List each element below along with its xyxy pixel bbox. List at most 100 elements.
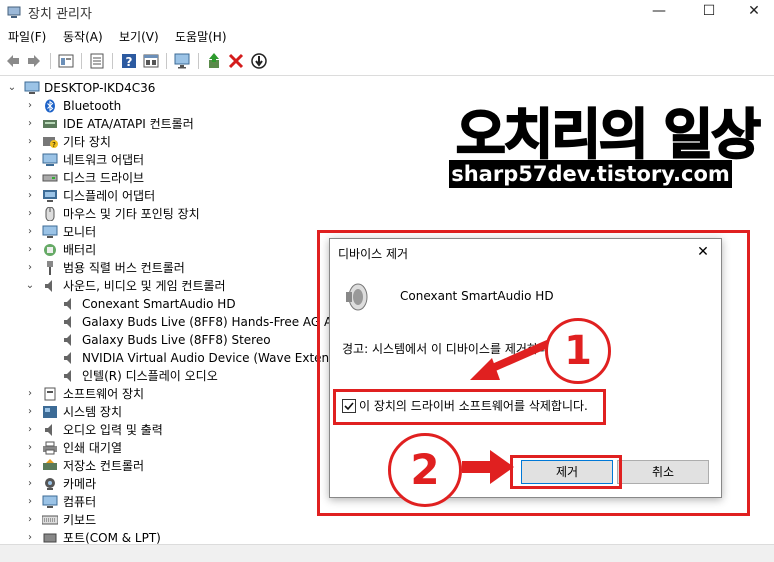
tree-item[interactable]: › 범용 직렬 버스 컨트롤러: [0, 259, 300, 277]
speaker-icon: [45, 280, 52, 292]
tree-child[interactable]: Galaxy Buds Live (8FF8) Stereo: [0, 331, 330, 349]
window-title: 장치 관리자: [28, 7, 92, 22]
bluetooth-icon: [45, 99, 55, 113]
software-device-icon: [44, 387, 56, 401]
chevron-right-icon[interactable]: ›: [25, 241, 35, 259]
tree-item[interactable]: › ? 기타 장치: [0, 133, 300, 151]
tree-item[interactable]: › 시스템 장치: [0, 403, 300, 421]
properties-icon[interactable]: [57, 52, 75, 70]
chevron-right-icon[interactable]: ›: [25, 259, 35, 277]
tree-item[interactable]: › 저장소 컨트롤러: [0, 457, 300, 475]
printer-icon: [43, 441, 57, 455]
chevron-right-icon[interactable]: ›: [25, 151, 35, 169]
port-icon: [43, 533, 57, 543]
chevron-right-icon[interactable]: ›: [25, 133, 35, 151]
chevron-right-icon[interactable]: ›: [25, 403, 35, 421]
chevron-right-icon[interactable]: ›: [25, 493, 35, 511]
tree-item-label: 범용 직렬 버스 컨트롤러: [63, 261, 185, 275]
chevron-right-icon[interactable]: ›: [25, 169, 35, 187]
minimize-button[interactable]: —: [636, 0, 682, 24]
tree-item-label: 배터리: [63, 243, 97, 257]
tree-child[interactable]: 인텔(R) 디스플레이 오디오: [0, 367, 330, 385]
tree-item-label: 컴퓨터: [63, 495, 97, 509]
tree-child[interactable]: Conexant SmartAudio HD: [0, 295, 330, 313]
tree-item[interactable]: › IDE ATA/ATAPI 컨트롤러: [0, 115, 300, 133]
tree-item-label: 디스플레이 어댑터: [63, 189, 156, 203]
chevron-right-icon[interactable]: ›: [25, 457, 35, 475]
tree-item[interactable]: › 인쇄 대기열: [0, 439, 300, 457]
list-icon[interactable]: [88, 52, 106, 70]
chevron-down-icon[interactable]: ⌄: [7, 79, 17, 97]
annotation-step-1: 1: [545, 318, 611, 384]
toolbar-separator: [198, 53, 199, 69]
view-icon[interactable]: [142, 52, 160, 70]
chevron-right-icon[interactable]: ›: [25, 511, 35, 529]
device-manager-icon: [7, 6, 21, 18]
tree-item[interactable]: › 네트워크 어댑터: [0, 151, 300, 169]
tree-item[interactable]: › 키보드: [0, 511, 300, 529]
menu-action[interactable]: 동작(A): [63, 28, 103, 45]
annotation-highlight-remove: [510, 455, 622, 489]
cancel-button[interactable]: 취소: [617, 460, 709, 484]
chevron-right-icon[interactable]: ›: [25, 385, 35, 403]
menu-file[interactable]: 파일(F): [8, 28, 46, 45]
chevron-right-icon[interactable]: ›: [25, 205, 35, 223]
maximize-button[interactable]: ☐: [686, 0, 732, 24]
chevron-right-icon[interactable]: ›: [25, 115, 35, 133]
tree-child[interactable]: NVIDIA Virtual Audio Device (Wave Extens…: [0, 349, 330, 367]
toolbar-separator: [166, 53, 167, 69]
battery-icon: [44, 244, 56, 256]
menu-help[interactable]: 도움말(H): [175, 28, 227, 45]
tree-item[interactable]: › 디스플레이 어댑터: [0, 187, 300, 205]
uninstall-icon[interactable]: [227, 52, 245, 70]
speaker-icon: [64, 352, 71, 364]
tree-item[interactable]: › 카메라: [0, 475, 300, 493]
speaker-icon: [64, 370, 71, 382]
update-driver-icon[interactable]: [205, 52, 223, 70]
storage-controller-icon: [43, 459, 57, 470]
chevron-right-icon[interactable]: ›: [25, 187, 35, 205]
tree-item[interactable]: › Bluetooth: [0, 97, 300, 115]
mouse-icon: [45, 207, 55, 221]
tree-item[interactable]: › 마우스 및 기타 포인팅 장치: [0, 205, 300, 223]
tree-root[interactable]: ⌄ DESKTOP-IKD4C36: [0, 79, 300, 97]
ide-controller-icon: [43, 120, 57, 128]
help-icon[interactable]: ?: [120, 52, 138, 70]
svg-text:?: ?: [52, 141, 56, 149]
back-icon[interactable]: [4, 52, 22, 70]
chevron-right-icon[interactable]: ›: [25, 223, 35, 241]
chevron-right-icon[interactable]: ›: [25, 439, 35, 457]
tree-item[interactable]: › 컴퓨터: [0, 493, 300, 511]
dialog-close-button[interactable]: ✕: [691, 242, 715, 262]
annotation-arrow-1: [470, 338, 554, 380]
chevron-down-icon[interactable]: ⌄: [25, 277, 35, 295]
tree-item-label: 소프트웨어 장치: [63, 387, 145, 401]
tree-item-label: 시스템 장치: [63, 405, 123, 419]
tree-child[interactable]: Galaxy Buds Live (8FF8) Hands-Free AG Au…: [0, 313, 330, 331]
scan-icon[interactable]: [250, 52, 268, 70]
tree-item[interactable]: › 디스크 드라이브: [0, 169, 300, 187]
monitor-icon[interactable]: [173, 52, 191, 70]
tree-item[interactable]: › 오디오 입력 및 출력: [0, 421, 300, 439]
close-button[interactable]: ✕: [731, 0, 774, 24]
tree-item-label: 포트(COM & LPT): [63, 531, 161, 544]
tree-item-label: 저장소 컨트롤러: [63, 459, 145, 473]
tree-item[interactable]: › 포트(COM & LPT): [0, 529, 300, 544]
tree-root-label: DESKTOP-IKD4C36: [44, 81, 156, 95]
chevron-right-icon[interactable]: ›: [25, 421, 35, 439]
keyboard-icon: [42, 515, 58, 525]
tree-item-label: Bluetooth: [63, 99, 122, 113]
tree-item-sound[interactable]: ⌄ 사운드, 비디오 및 게임 컨트롤러: [0, 277, 300, 295]
tree-item-label: IDE ATA/ATAPI 컨트롤러: [63, 117, 194, 131]
tree-child-label: 인텔(R) 디스플레이 오디오: [82, 369, 218, 383]
menu-view[interactable]: 보기(V): [119, 28, 159, 45]
tree-item[interactable]: › 소프트웨어 장치: [0, 385, 300, 403]
tree-item[interactable]: › 배터리: [0, 241, 300, 259]
forward-icon[interactable]: [25, 52, 43, 70]
dialog-device-name: Conexant SmartAudio HD: [400, 289, 554, 303]
tree-item[interactable]: › 모니터: [0, 223, 300, 241]
chevron-right-icon[interactable]: ›: [25, 475, 35, 493]
chevron-right-icon[interactable]: ›: [25, 97, 35, 115]
tree-item-label: 인쇄 대기열: [63, 441, 123, 455]
chevron-right-icon[interactable]: ›: [25, 529, 35, 544]
